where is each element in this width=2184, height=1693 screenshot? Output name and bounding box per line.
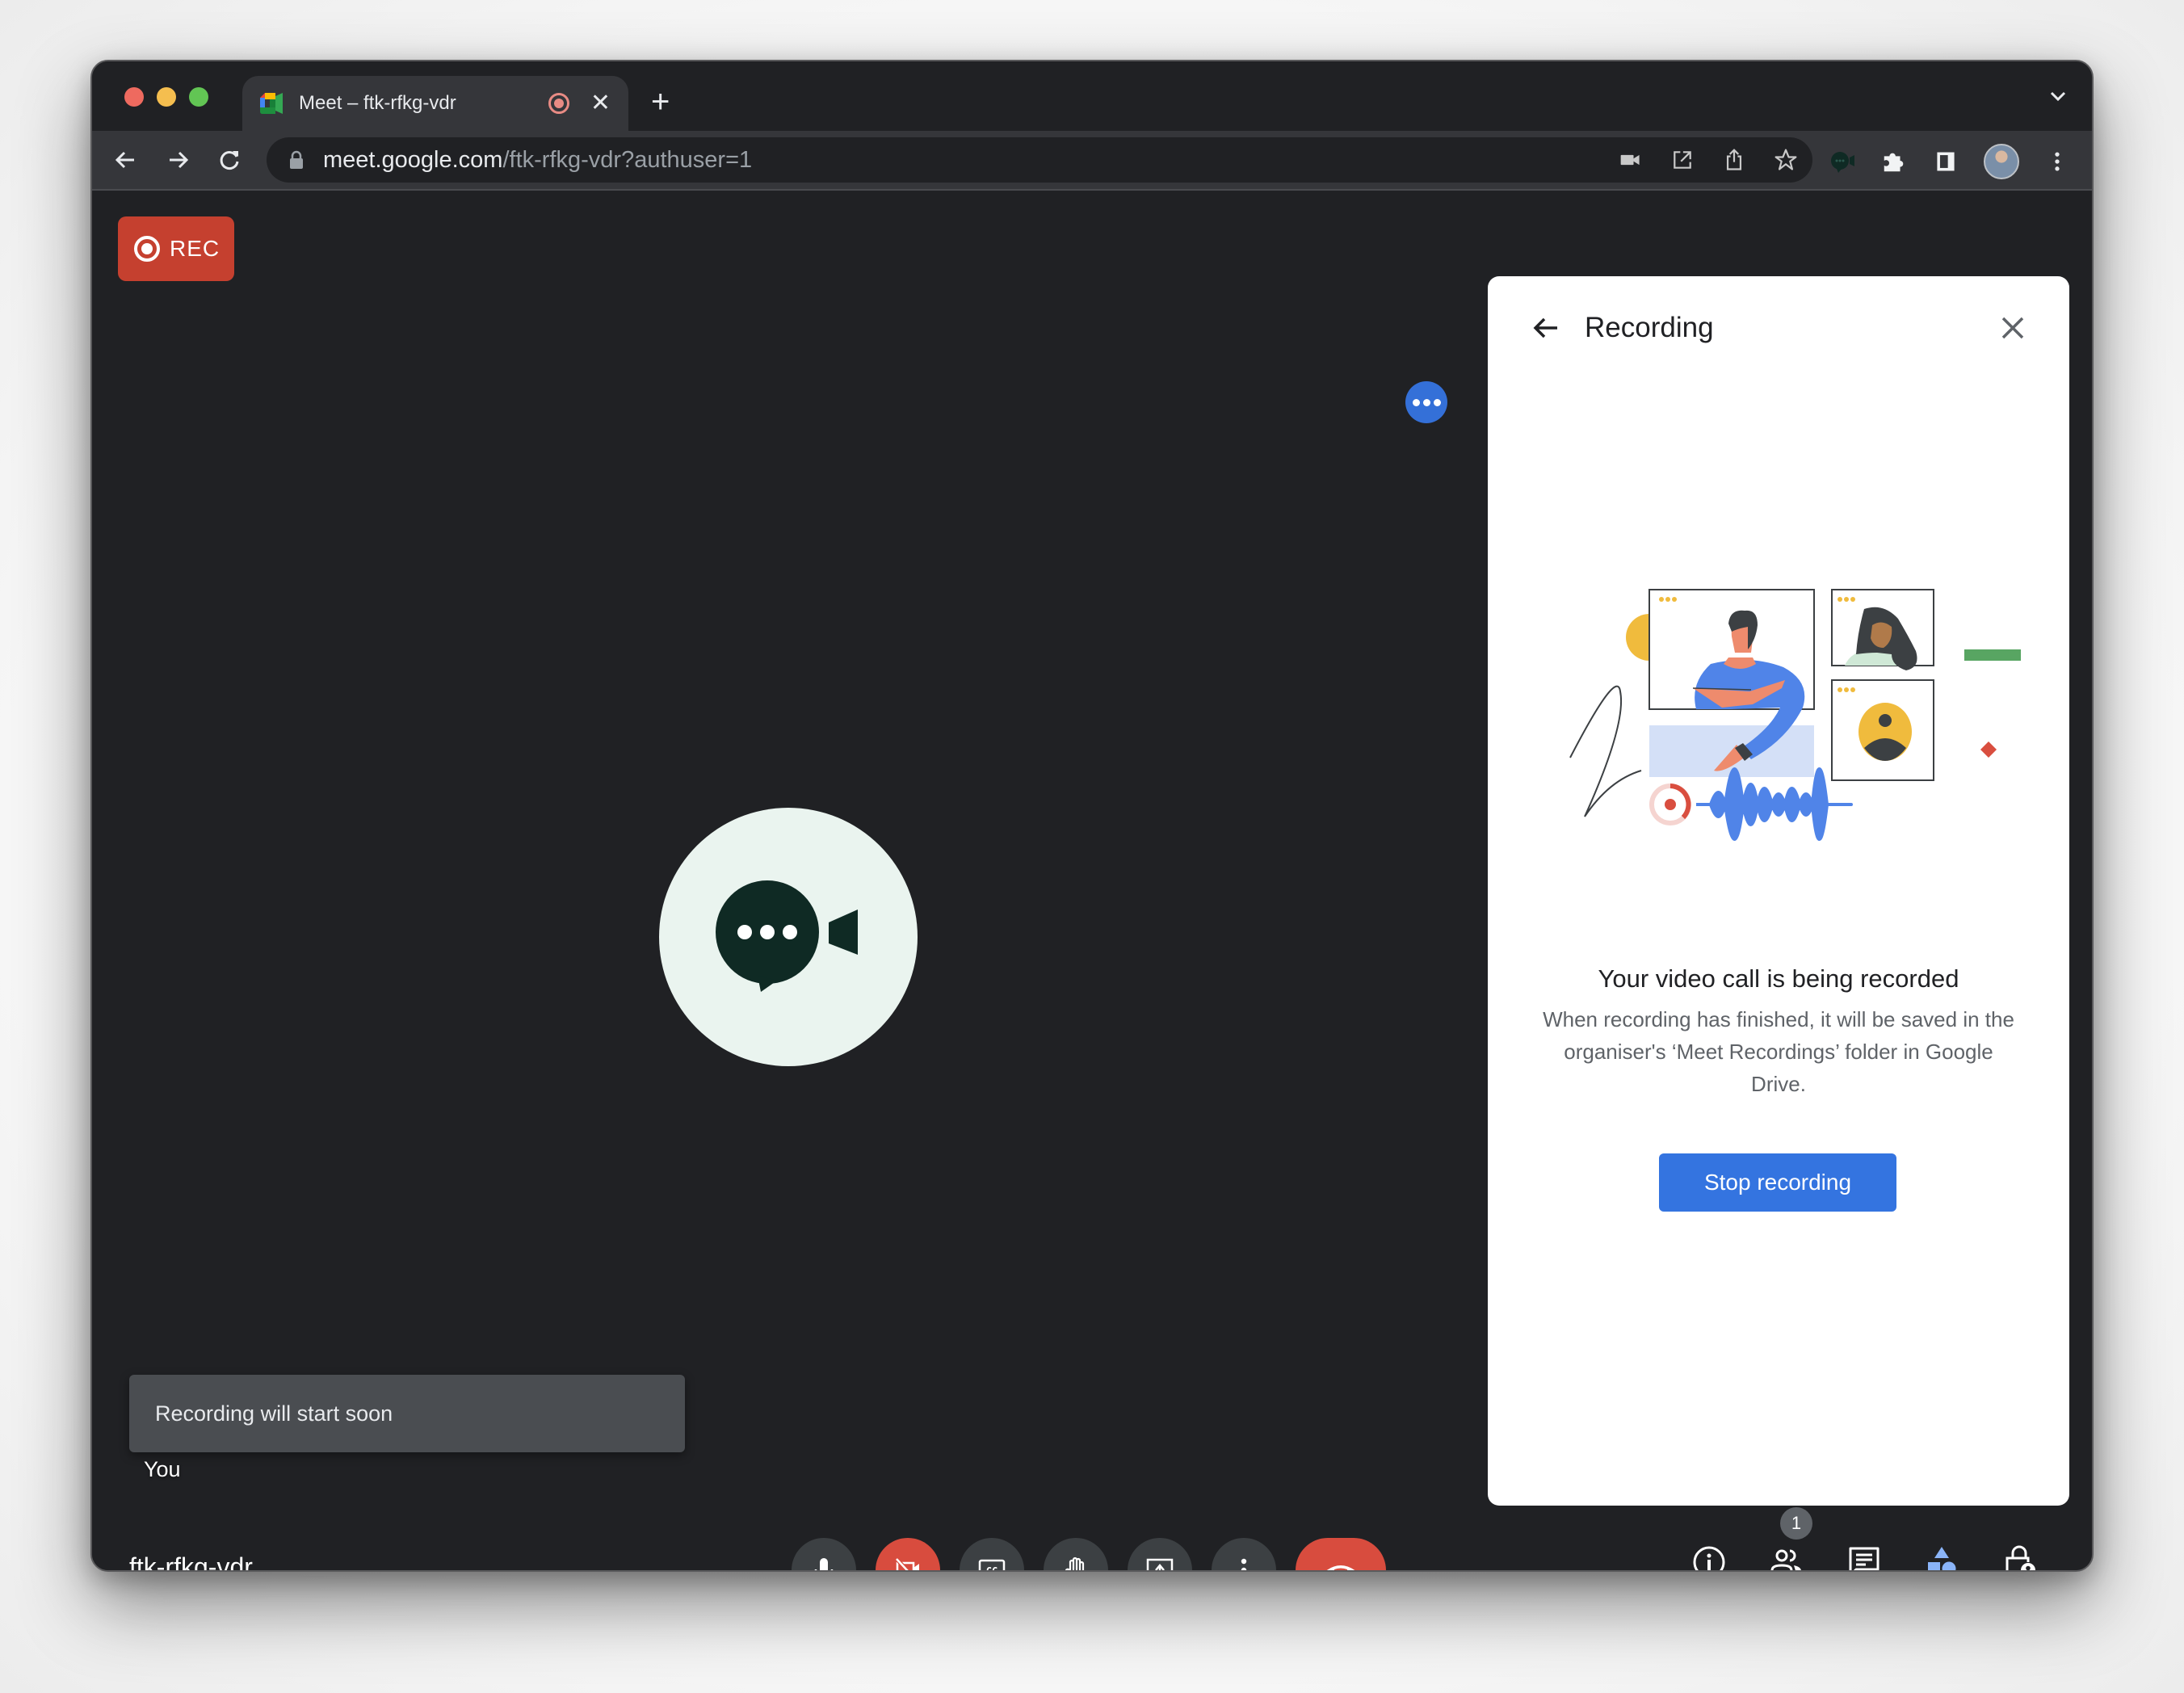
- close-window-button[interactable]: [124, 87, 144, 107]
- close-icon[interactable]: ✕: [590, 91, 611, 116]
- tab-title: Meet – ftk-rfkg-vdr: [299, 92, 456, 114]
- recording-panel: Recording Your video call is being recor…: [1488, 276, 2069, 1506]
- side-controls: 1: [1691, 1507, 2037, 1570]
- participant-count-badge: 1: [1780, 1507, 1812, 1540]
- url-text[interactable]: meet.google.com/ftk-rfkg-vdr?authuser=1: [323, 147, 752, 174]
- chat-button[interactable]: [1846, 1544, 1882, 1570]
- videocam-off-icon: [895, 1557, 919, 1570]
- leave-call-button[interactable]: [1296, 1538, 1386, 1570]
- shapes-icon: [1928, 1547, 1956, 1570]
- tile-more-options-button[interactable]: [1405, 381, 1447, 423]
- microphone-button[interactable]: [792, 1538, 856, 1570]
- browser-window: Meet – ftk-rfkg-vdr ✕ + meet.google.com/…: [90, 60, 2094, 1572]
- toast-notification: Recording will start soon: [129, 1375, 685, 1452]
- raise-hand-button[interactable]: [1044, 1538, 1108, 1570]
- meet-stage: REC Recording will start soon You ftk-rf…: [92, 192, 2092, 1570]
- people-icon: [1770, 1549, 1801, 1570]
- meeting-details-button[interactable]: [1691, 1544, 1727, 1570]
- url-host: meet.google.com: [323, 146, 503, 173]
- browser-toolbar: meet.google.com/ftk-rfkg-vdr?authuser=1: [92, 131, 2092, 191]
- more-options-button[interactable]: [1212, 1538, 1276, 1570]
- arrow-left-icon: [115, 151, 134, 169]
- captions-button[interactable]: CC: [960, 1538, 1024, 1572]
- chevron-down-icon[interactable]: [2050, 90, 2066, 102]
- toast-text: Recording will start soon: [155, 1401, 393, 1426]
- closed-caption-icon: CC: [978, 1559, 1006, 1572]
- record-icon: [134, 236, 160, 262]
- info-icon: [1693, 1546, 1725, 1570]
- share-icon[interactable]: [1720, 146, 1748, 174]
- participant-name-label: You: [144, 1457, 181, 1481]
- camera-button[interactable]: [876, 1538, 940, 1570]
- reload-button[interactable]: [215, 145, 244, 174]
- close-icon[interactable]: [1998, 313, 2027, 342]
- activities-button[interactable]: [1924, 1544, 1959, 1570]
- participant-avatar: [659, 808, 918, 1066]
- arrow-back-icon[interactable]: [1530, 312, 1562, 344]
- more-horiz-icon: [1412, 398, 1420, 406]
- more-horiz-dot: [1422, 398, 1430, 406]
- svg-text:CC: CC: [986, 1565, 998, 1572]
- recording-icon: [548, 93, 569, 114]
- panel-description: When recording has finished, it will be …: [1543, 1007, 2014, 1096]
- people-button[interactable]: 1: [1769, 1507, 1812, 1570]
- browser-tab-meet[interactable]: Meet – ftk-rfkg-vdr ✕: [242, 76, 628, 131]
- arrow-right-icon: [170, 151, 189, 169]
- profile-avatar[interactable]: [1984, 144, 2019, 179]
- back-button[interactable]: [111, 145, 141, 174]
- meeting-code: ftk-rfkg-vdr: [129, 1552, 253, 1572]
- side-panel-icon[interactable]: [1932, 148, 1959, 175]
- address-bar[interactable]: meet.google.com/ftk-rfkg-vdr?authuser=1: [267, 137, 1812, 183]
- chat-icon: [1849, 1547, 1880, 1570]
- present-screen-icon: [1146, 1558, 1174, 1570]
- present-button[interactable]: [1128, 1538, 1192, 1570]
- meet-extension-icon[interactable]: [1829, 148, 1856, 175]
- google-meet-icon: [260, 93, 283, 114]
- panel-title: Recording: [1585, 312, 1714, 343]
- rec-label: REC: [170, 236, 220, 261]
- tab-strip: Meet – ftk-rfkg-vdr ✕ +: [92, 61, 2092, 131]
- plus-icon[interactable]: +: [651, 86, 670, 118]
- url-path: /ftk-rfkg-vdr?authuser=1: [502, 146, 753, 173]
- recording-badge[interactable]: REC: [118, 216, 234, 281]
- hand-icon: [1065, 1556, 1085, 1570]
- maximize-window-button[interactable]: [189, 87, 208, 107]
- panel-heading: Your video call is being recorded: [1598, 964, 1959, 993]
- more-vert-icon[interactable]: [2043, 148, 2071, 175]
- video-call-recording-illustration: [1569, 589, 2021, 841]
- chat-video-logo: [716, 880, 858, 992]
- bookmark-star-icon[interactable]: [1772, 146, 1800, 174]
- minimize-window-button[interactable]: [157, 87, 176, 107]
- open-in-new-icon[interactable]: [1669, 146, 1696, 174]
- extensions-puzzle-icon[interactable]: [1880, 148, 1908, 175]
- more-vert-icon: [1241, 1558, 1247, 1570]
- call-controls: CC: [792, 1538, 1386, 1572]
- host-controls-button[interactable]: [2001, 1544, 2037, 1570]
- mic-icon: [814, 1558, 834, 1570]
- lock-icon[interactable]: [289, 150, 304, 170]
- stop-recording-button[interactable]: Stop recording: [1659, 1153, 1896, 1212]
- camera-in-use-icon[interactable]: [1617, 146, 1644, 174]
- reload-icon: [220, 151, 239, 170]
- more-horiz-dot: [1433, 398, 1441, 406]
- lock-person-icon: [2006, 1545, 2035, 1570]
- forward-button[interactable]: [163, 145, 192, 174]
- window-controls: [124, 87, 208, 107]
- call-end-icon: [1326, 1565, 1355, 1570]
